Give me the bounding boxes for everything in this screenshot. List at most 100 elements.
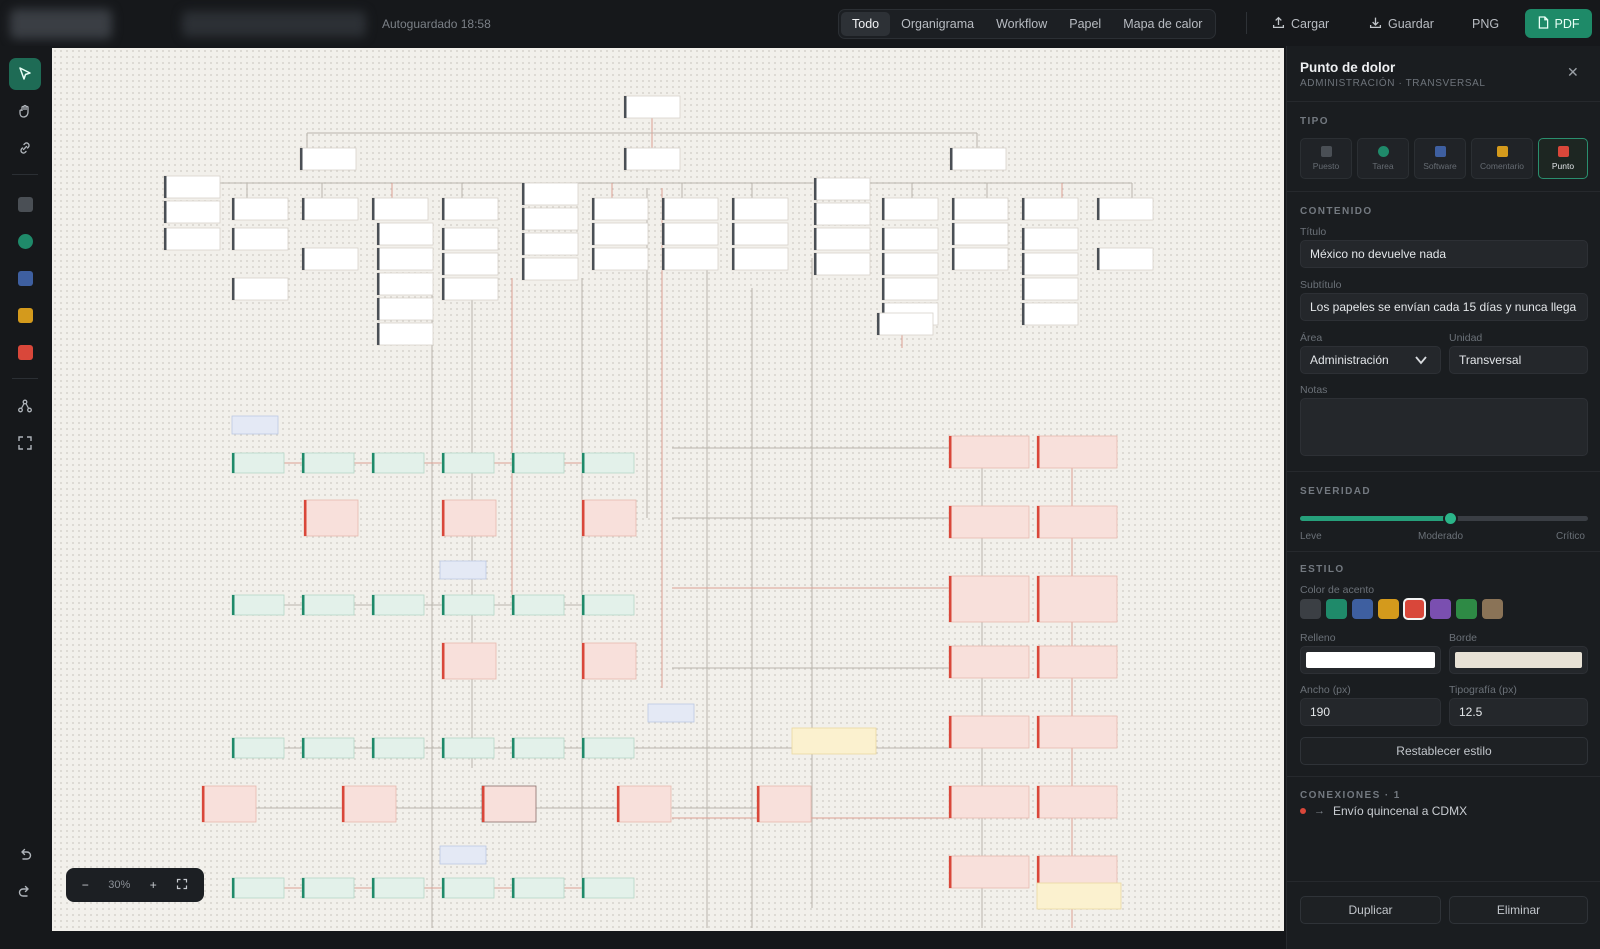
type-punto-button[interactable]: Punto [1538,138,1588,179]
puesto-node[interactable] [376,222,434,246]
puesto-node[interactable] [376,297,434,321]
tarea-node[interactable] [511,737,565,759]
tarea-node[interactable] [511,452,565,474]
puesto-node[interactable] [231,197,289,221]
tarea-node[interactable] [581,594,635,616]
add-puesto-tool[interactable] [9,188,41,220]
puesto-node[interactable] [521,182,579,206]
tab-organigrama[interactable]: Organigrama [890,12,985,36]
add-software-tool[interactable] [9,262,41,294]
tarea-node[interactable] [581,452,635,474]
add-comentario-tool[interactable] [9,299,41,331]
puesto-node[interactable] [163,175,221,199]
punto-node[interactable] [581,499,637,537]
puesto-node[interactable] [376,322,434,346]
select-tool[interactable] [9,58,41,90]
tab-workflow[interactable]: Workflow [985,12,1058,36]
puesto-node[interactable] [1096,197,1154,221]
add-tarea-tool[interactable] [9,225,41,257]
punto-node[interactable] [948,785,1030,819]
punto-node[interactable] [1036,435,1118,469]
borde-color-input[interactable] [1449,646,1588,674]
load-button[interactable]: Cargar [1272,12,1329,36]
tarea-node[interactable] [441,594,495,616]
close-icon[interactable]: ✕ [1567,64,1579,81]
tarea-node[interactable] [371,452,425,474]
punto-node[interactable] [1036,785,1118,819]
type-software-button[interactable]: Software [1414,138,1466,179]
puesto-node[interactable] [661,197,719,221]
tarea-node[interactable] [301,452,355,474]
puesto-node[interactable] [731,197,789,221]
pdf-button[interactable]: PDF [1525,9,1592,38]
punto-node[interactable] [948,575,1030,623]
punto-node[interactable] [948,715,1030,749]
redo-button[interactable] [9,875,41,907]
hand-tool[interactable] [9,95,41,127]
png-button[interactable]: PNG [1472,12,1499,36]
puesto-node[interactable] [301,197,359,221]
puesto-node[interactable] [1021,227,1079,251]
puesto-node[interactable] [881,197,939,221]
puesto-node[interactable] [1021,277,1079,301]
puesto-node[interactable] [881,227,939,251]
puesto-node[interactable] [813,177,871,201]
punto-node[interactable] [481,785,537,823]
punto-node[interactable] [948,855,1030,889]
puesto-node[interactable] [661,247,719,271]
puesto-node[interactable] [441,252,499,276]
process-map-graph[interactable] [52,48,1284,931]
software-node[interactable] [439,560,487,580]
accent-color-swatch[interactable] [1300,599,1321,619]
puesto-node[interactable] [591,247,649,271]
tarea-node[interactable] [371,877,425,899]
tarea-node[interactable] [301,877,355,899]
puesto-node[interactable] [813,252,871,276]
tarea-node[interactable] [301,594,355,616]
punto-node[interactable] [1036,645,1118,679]
tipografia-input[interactable]: 12.5 [1449,698,1588,726]
software-node[interactable] [231,415,279,435]
auto-layout-tool[interactable] [9,390,41,422]
undo-button[interactable] [9,838,41,870]
puesto-node[interactable] [376,247,434,271]
puesto-node[interactable] [951,247,1009,271]
tarea-node[interactable] [371,594,425,616]
puesto-node[interactable] [376,272,434,296]
puesto-node[interactable] [951,197,1009,221]
zoom-out-button[interactable]: − [82,878,89,892]
reset-style-button[interactable]: Restablecer estilo [1300,737,1588,765]
severity-slider[interactable] [1300,511,1588,526]
accent-color-swatch[interactable] [1352,599,1373,619]
puesto-node[interactable] [521,207,579,231]
accent-color-swatch[interactable] [1482,599,1503,619]
titulo-input[interactable]: México no devuelve nada [1300,240,1588,268]
puesto-node[interactable] [813,227,871,251]
puesto-node[interactable] [521,232,579,256]
tarea-node[interactable] [231,452,285,474]
puesto-node[interactable] [163,200,221,224]
puesto-node[interactable] [876,312,934,336]
puesto-node[interactable] [731,222,789,246]
accent-color-swatch[interactable] [1430,599,1451,619]
notas-textarea[interactable] [1300,398,1588,456]
punto-node[interactable] [948,645,1030,679]
tarea-node[interactable] [301,737,355,759]
punto-node[interactable] [1036,715,1118,749]
punto-node[interactable] [303,499,359,537]
puesto-node[interactable] [813,202,871,226]
tarea-node[interactable] [581,737,635,759]
accent-color-swatch[interactable] [1378,599,1399,619]
punto-node[interactable] [1036,505,1118,539]
tarea-node[interactable] [441,737,495,759]
tab-mapa-de-calor[interactable]: Mapa de calor [1112,12,1213,36]
ancho-input[interactable]: 190 [1300,698,1441,726]
puesto-node[interactable] [881,277,939,301]
tarea-node[interactable] [441,877,495,899]
puesto-node[interactable] [521,257,579,281]
puesto-node[interactable] [441,277,499,301]
connection-item[interactable]: → Envío quincenal a CDMX [1300,804,1467,818]
delete-button[interactable]: Eliminar [1449,896,1588,924]
diagram-canvas[interactable]: − 30% + [52,48,1284,931]
punto-node[interactable] [948,435,1030,469]
